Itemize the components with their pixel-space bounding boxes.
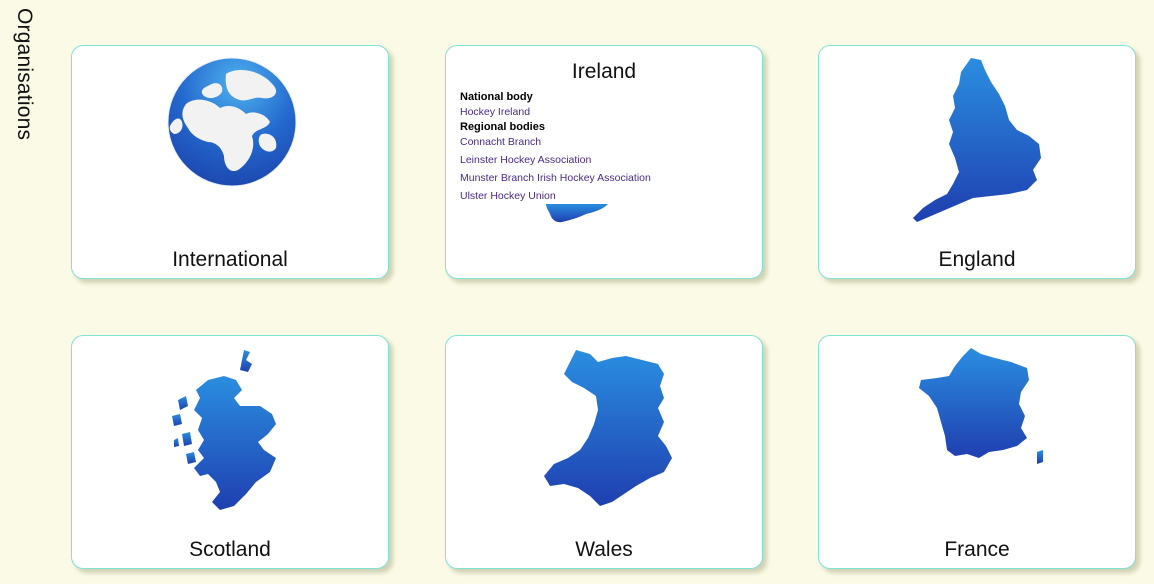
- card-england[interactable]: England: [818, 45, 1136, 279]
- france-map-icon: [919, 348, 1043, 464]
- ireland-bodies-list: National body Hockey Ireland Regional bo…: [460, 90, 750, 204]
- link-leinster-hockey-association[interactable]: Leinster Hockey Association: [460, 153, 750, 168]
- wales-map-icon: [544, 350, 672, 506]
- card-wales[interactable]: Wales: [445, 335, 763, 569]
- globe-icon: [167, 57, 297, 187]
- card-label: England: [938, 248, 1016, 271]
- england-map-icon: [913, 58, 1041, 222]
- scotland-map-icon: [172, 350, 276, 510]
- link-connacht-branch[interactable]: Connacht Branch: [460, 135, 750, 150]
- card-label: International: [172, 248, 288, 271]
- card-label: France: [944, 538, 1010, 561]
- card-label: Wales: [575, 538, 633, 561]
- card-label: Scotland: [189, 538, 271, 561]
- national-body-heading: National body: [460, 91, 533, 103]
- card-scotland[interactable]: Scotland: [71, 335, 389, 569]
- page-title: Organisations: [13, 8, 36, 141]
- regional-bodies-heading: Regional bodies: [460, 121, 545, 133]
- organisations-page: Organisations International Ireland Nati…: [0, 0, 1154, 584]
- ireland-map-icon: [546, 204, 608, 223]
- card-ireland[interactable]: Ireland National body Hockey Ireland Reg…: [445, 45, 763, 279]
- link-munster-branch[interactable]: Munster Branch Irish Hockey Association: [460, 171, 750, 186]
- link-hockey-ireland[interactable]: Hockey Ireland: [460, 105, 750, 120]
- link-ulster-hockey-union[interactable]: Ulster Hockey Union: [460, 189, 750, 204]
- card-france[interactable]: France: [818, 335, 1136, 569]
- card-title: Ireland: [571, 60, 637, 83]
- card-international[interactable]: International: [71, 45, 389, 279]
